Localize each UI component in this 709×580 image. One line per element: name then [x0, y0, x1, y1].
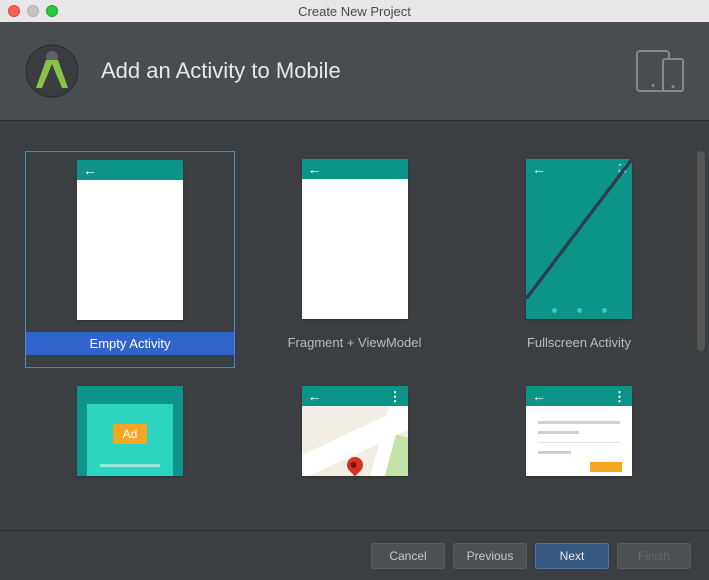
window-title: Create New Project: [8, 4, 701, 19]
activity-option-admob[interactable]: Ad: [25, 386, 235, 476]
android-studio-logo-icon: [25, 44, 79, 98]
activity-option-master-detail[interactable]: ← ⋮: [474, 386, 684, 476]
scrollbar[interactable]: [697, 151, 705, 351]
thumbnail-fragment-viewmodel: ←: [302, 159, 408, 319]
thumbnail-master-detail-activity: ← ⋮: [526, 386, 632, 476]
back-arrow-icon: ←: [308, 162, 322, 176]
thumbnail-maps-activity: ← ⋮: [302, 386, 408, 476]
thumbnail-admob-activity: Ad: [77, 386, 183, 476]
close-icon[interactable]: [8, 5, 20, 17]
activity-option-empty[interactable]: ← Empty Activity: [25, 151, 235, 368]
cancel-button[interactable]: Cancel: [371, 543, 445, 569]
activity-option-maps[interactable]: ← ⋮: [250, 386, 460, 476]
maximize-icon[interactable]: [46, 5, 58, 17]
ad-badge: Ad: [113, 424, 148, 444]
back-arrow-icon: ←: [532, 389, 546, 403]
thumbnail-fullscreen-activity: ← ⛶: [526, 159, 632, 319]
overflow-menu-icon: ⋮: [389, 390, 402, 403]
wizard-footer: Cancel Previous Next Finish: [0, 530, 709, 580]
back-arrow-icon: ←: [83, 163, 97, 177]
titlebar: Create New Project: [0, 0, 709, 22]
activity-gallery: ← Empty Activity ← Fragment + ViewModel …: [0, 121, 709, 499]
form-factor-icon: [636, 50, 684, 92]
activity-option-fragment-viewmodel[interactable]: ← Fragment + ViewModel: [250, 151, 460, 368]
back-arrow-icon: ←: [308, 389, 322, 403]
activity-label: Fragment + ViewModel: [250, 335, 460, 350]
window-controls: [8, 5, 58, 17]
next-button[interactable]: Next: [535, 543, 609, 569]
wizard-header: Add an Activity to Mobile: [0, 22, 709, 121]
thumbnail-empty-activity: ←: [77, 160, 183, 320]
activity-label: Empty Activity: [26, 336, 234, 351]
minimize-icon: [27, 5, 39, 17]
page-title: Add an Activity to Mobile: [101, 58, 341, 84]
overflow-menu-icon: ⋮: [613, 390, 626, 403]
activity-option-fullscreen[interactable]: ← ⛶ Fullscreen Activity: [474, 151, 684, 368]
activity-label: Fullscreen Activity: [474, 335, 684, 350]
finish-button: Finish: [617, 543, 691, 569]
previous-button[interactable]: Previous: [453, 543, 527, 569]
